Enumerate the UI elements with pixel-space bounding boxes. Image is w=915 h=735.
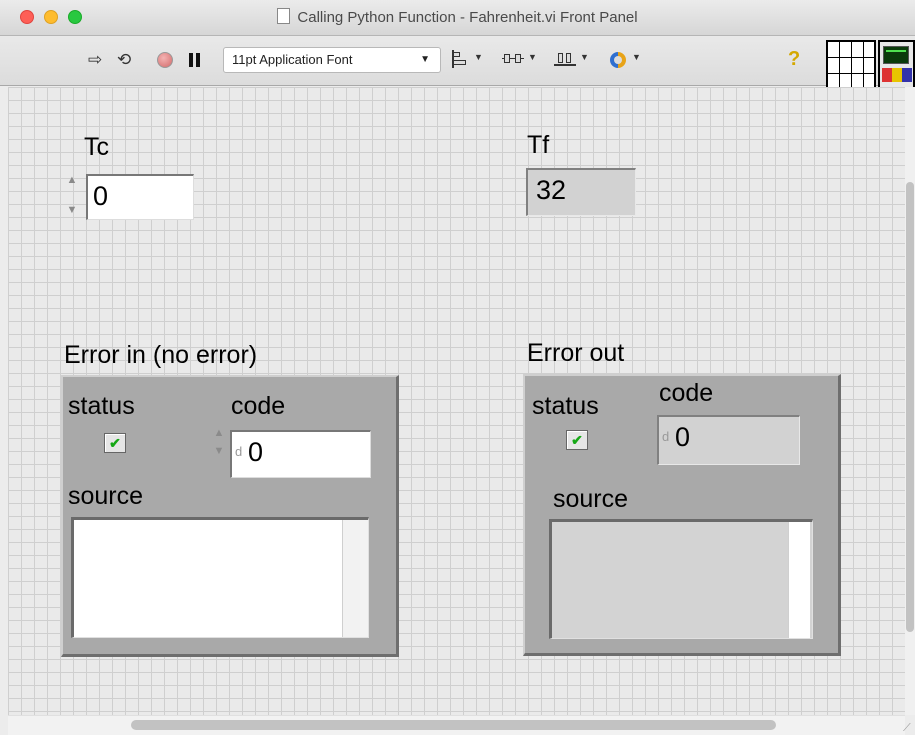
align-objects-icon[interactable]: ▼ [452,50,488,70]
decrement-arrow-icon[interactable]: ▼ [213,445,225,457]
increment-arrow-icon[interactable]: ▲ [213,427,225,439]
check-icon: ✔ [571,432,583,448]
error-out-source-label: source [553,485,629,513]
tc-numeric-control[interactable]: 0 [86,174,194,220]
error-in-code-value: 0 [248,437,264,467]
error-in-status-label: status [68,392,135,420]
connector-pane-icon[interactable] [826,40,876,90]
horizontal-scroll-thumb[interactable] [131,720,776,730]
error-out-code-label: code [659,379,714,407]
window-title-text: Calling Python Function - Fahrenheit.vi … [297,9,638,26]
radix-indicator[interactable]: d [235,432,242,472]
error-in-source-scrollbar[interactable] [342,520,368,637]
error-in-code-control[interactable]: d 0 [230,430,371,478]
increment-arrow-icon[interactable]: ▲ [66,174,78,186]
radix-indicator[interactable]: d [662,417,669,457]
error-out-code-indicator: d 0 [657,415,800,465]
decrement-arrow-icon[interactable]: ▼ [66,204,78,216]
vi-icon[interactable] [878,40,915,90]
error-in-status-checkbox[interactable]: ✔ [104,433,126,453]
document-icon [277,8,291,24]
error-out-source-field [549,519,813,639]
font-selector[interactable]: 11pt Application Font ▼ [223,47,441,73]
distribute-objects-icon[interactable]: ▼ [502,50,538,70]
reorder-icon[interactable]: ▼ [610,50,646,70]
tf-numeric-indicator: 32 [526,168,636,216]
chevron-down-icon: ▼ [420,54,430,65]
tf-label: Tf [527,131,550,159]
context-help-icon[interactable]: ? [788,48,800,71]
error-out-code-value: 0 [675,422,691,452]
run-continuously-icon[interactable]: ⟲ [117,50,131,70]
error-out-source-scrollbar[interactable] [788,522,810,638]
error-in-label: Error in (no error) [64,341,258,369]
error-in-source-label: source [68,482,144,510]
pause-icon[interactable] [189,53,201,67]
run-arrow-icon[interactable]: ⇨ [88,50,102,70]
tc-spinner[interactable]: ▲ ▼ [66,174,78,218]
tc-label: Tc [84,133,109,161]
error-out-status-indicator: ✔ [566,430,588,450]
error-in-source-field[interactable] [71,517,369,638]
resize-objects-icon[interactable]: ▼ [554,50,590,70]
window-resize-grip[interactable]: ⟋ [903,722,915,734]
font-selector-label: 11pt Application Font [232,52,353,67]
error-out-status-label: status [532,392,599,420]
error-out-label: Error out [527,339,625,367]
abort-icon[interactable] [157,52,173,68]
error-in-code-label: code [231,392,286,420]
check-icon: ✔ [109,435,121,451]
error-in-code-spinner[interactable]: ▲ ▼ [213,427,225,471]
window-title: Calling Python Function - Fahrenheit.vi … [0,0,915,36]
vertical-scroll-thumb[interactable] [906,182,914,632]
